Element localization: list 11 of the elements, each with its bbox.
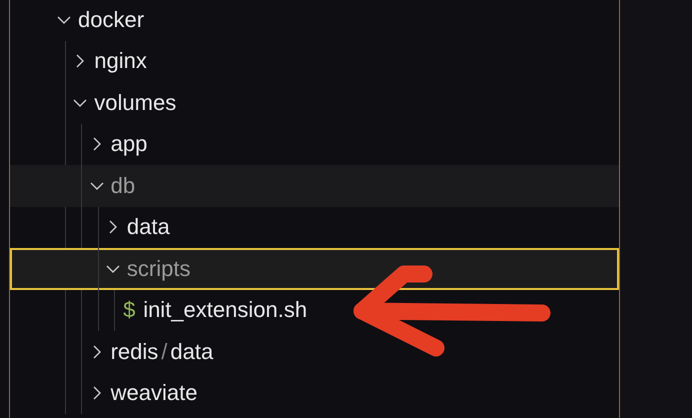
tree-item[interactable]: nginx — [10, 40, 619, 82]
shell-file-icon: $ — [122, 297, 136, 324]
tree-item[interactable]: redis/data — [10, 331, 619, 372]
tree-item[interactable]: app — [10, 124, 619, 165]
tree-item[interactable]: data — [10, 206, 619, 248]
tree-item[interactable]: weaviate — [10, 372, 619, 414]
tree-item[interactable]: docker — [10, 0, 619, 40]
tree-item[interactable]: scripts — [10, 248, 619, 290]
tree-item[interactable]: volumes — [10, 82, 619, 124]
tree-item[interactable]: $ init_extension.sh — [10, 290, 619, 331]
tree-item[interactable]: db — [10, 165, 619, 206]
